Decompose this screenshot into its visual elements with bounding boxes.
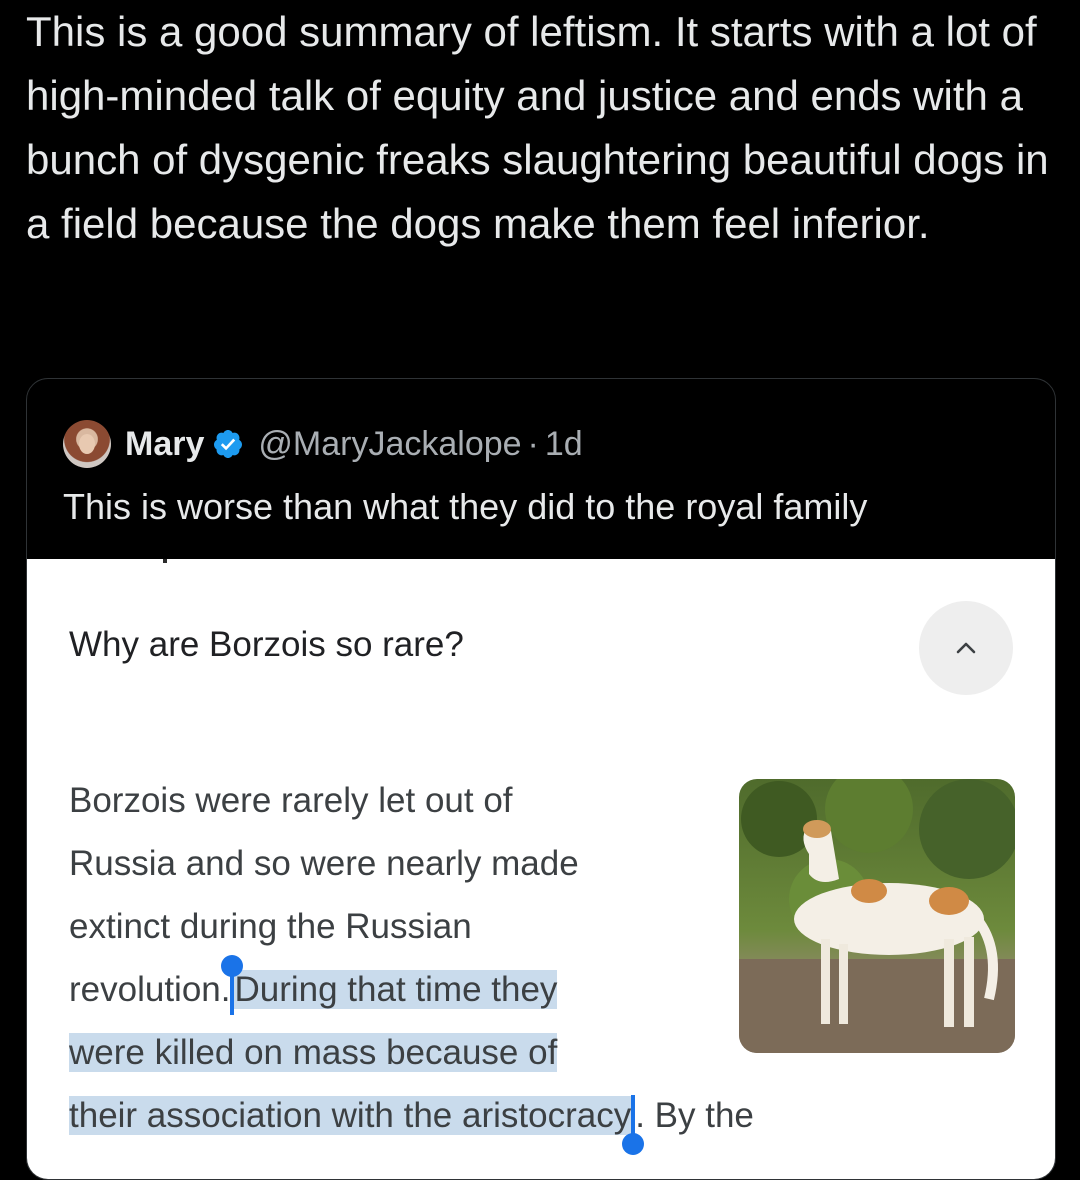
answer-segment: revolution.	[69, 970, 231, 1009]
answer-segment: extinct during the Russian	[69, 907, 472, 946]
answer-text: Borzois were rarely let out of Russia an…	[69, 769, 754, 1155]
quoted-author-handle[interactable]: @MaryJackalope	[258, 425, 521, 464]
chevron-up-icon	[956, 642, 976, 654]
verified-badge-icon	[214, 430, 243, 458]
answer-line: revolution. During that time they	[69, 954, 749, 1021]
quoted-tweet-card[interactable]: Mary @MaryJackalope · 1d This is worse t…	[26, 378, 1056, 1180]
embedded-screenshot[interactable]: Why are Borzois so rare? Borzois were ra…	[27, 559, 1055, 1179]
answer-line: Borzois were rarely let out of	[69, 781, 513, 820]
answer-segment: By the	[654, 1096, 754, 1135]
answer-line: their association with the aristocracy. …	[69, 1084, 754, 1155]
collapse-button[interactable]	[919, 601, 1013, 695]
answer-line: were killed on mass because of	[69, 1021, 749, 1084]
selection-end-handle[interactable]	[622, 1094, 645, 1155]
divider	[163, 559, 167, 563]
answer-line: extinct during the Russian	[69, 895, 749, 958]
answer-punct: .	[635, 1096, 645, 1135]
quoted-tweet-time[interactable]: 1d	[545, 425, 583, 464]
answer-line: Russia and so were nearly made	[69, 844, 579, 883]
separator-dot: ·	[527, 424, 539, 463]
highlighted-text: their association with the aristocracy	[69, 1096, 632, 1135]
borzoi-dog-image[interactable]	[739, 779, 1015, 1053]
question-heading: Why are Borzois so rare?	[69, 625, 464, 664]
selection-start-handle[interactable]	[221, 954, 244, 1015]
tweet-text: This is a good summary of leftism. It st…	[26, 8, 1049, 247]
avatar[interactable]	[63, 420, 111, 468]
highlighted-text: During that time they	[234, 970, 558, 1009]
quoted-author-name[interactable]: Mary	[125, 425, 204, 464]
quoted-tweet-header: Mary @MaryJackalope · 1d	[63, 417, 583, 471]
highlighted-text: were killed on mass because of	[69, 1033, 558, 1072]
quoted-tweet-text: This is worse than what they did to the …	[63, 486, 868, 527]
